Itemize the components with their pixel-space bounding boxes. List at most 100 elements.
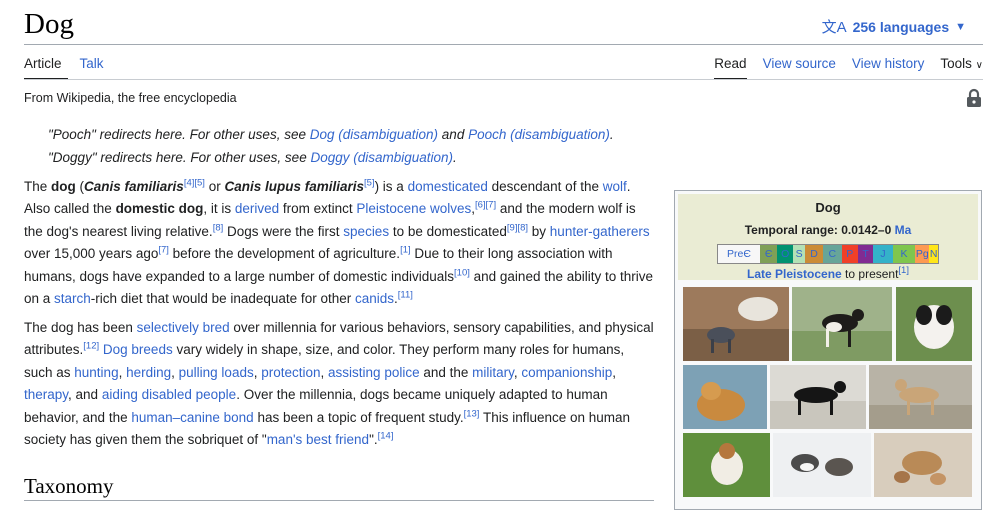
translate-icon: 文A <box>821 19 847 36</box>
period-carboniferous[interactable]: C <box>822 245 842 263</box>
language-selector[interactable]: 文A 256 languages ▼ <box>822 16 966 37</box>
tab-view-source[interactable]: View source <box>763 56 836 79</box>
period-silurian[interactable]: S <box>793 245 806 263</box>
tab-read[interactable]: Read <box>714 56 747 80</box>
tools-menu[interactable]: Tools ∨ <box>940 56 983 71</box>
taxobox: Dog Temporal range: 0.0142–0 Ma PreЄ Є O… <box>674 190 982 510</box>
period-cretaceous[interactable]: K <box>892 245 916 263</box>
citation[interactable]: [14] <box>378 431 394 442</box>
japanese-chin-photo[interactable] <box>896 287 972 361</box>
period-ordovician[interactable]: O <box>777 245 794 263</box>
link-hunting[interactable]: hunting <box>74 365 118 380</box>
hatnote-text: "Pooch" redirects here. For other uses, … <box>48 127 310 142</box>
section-heading-taxonomy: Taxonomy <box>24 474 114 498</box>
citation[interactable]: [4][5] <box>184 178 205 189</box>
link-wolf[interactable]: wolf <box>603 179 627 194</box>
labrador-photo[interactable] <box>770 365 866 429</box>
hatnote-doggy: "Doggy" redirects here. For other uses, … <box>48 150 457 165</box>
link-species[interactable]: species <box>343 224 389 239</box>
intro-paragraph-2: The dog has been selectively bred over m… <box>24 320 654 448</box>
citation[interactable]: [8] <box>213 222 224 233</box>
citation[interactable]: [1] <box>400 245 411 256</box>
citation[interactable]: [10] <box>454 267 470 278</box>
link-dog-disambiguation[interactable]: Dog (disambiguation) <box>310 127 438 142</box>
period-neogene[interactable]: N <box>929 245 938 263</box>
period-triassic[interactable]: T <box>857 245 874 263</box>
link-assisting-police[interactable]: assisting police <box>328 365 420 380</box>
period-cambrian[interactable]: Є <box>759 245 778 263</box>
tabs-divider <box>24 79 983 80</box>
citation[interactable]: [13] <box>464 408 480 419</box>
period-devonian[interactable]: D <box>805 245 823 263</box>
link-companionship[interactable]: companionship <box>521 365 612 380</box>
link-doggy-disambiguation[interactable]: Doggy (disambiguation) <box>310 150 453 165</box>
title-divider <box>24 44 983 45</box>
link-herding[interactable]: herding <box>126 365 171 380</box>
hatnote-text: "Doggy" redirects here. For other uses, … <box>48 150 311 165</box>
page-title: Dog <box>24 8 74 40</box>
taxobox-header: Dog Temporal range: 0.0142–0 Ma PreЄ Є O… <box>678 194 978 281</box>
hatnote-pooch: "Pooch" redirects here. For other uses, … <box>48 127 614 142</box>
intro-paragraph-1: The dog (Canis familiaris[4][5] or Canis… <box>24 177 654 307</box>
period-permian[interactable]: P <box>841 245 858 263</box>
chevron-down-icon: ▼ <box>955 20 966 33</box>
link-pooch-disambiguation[interactable]: Pooch (disambiguation) <box>468 127 610 142</box>
tab-talk[interactable]: Talk <box>80 56 110 80</box>
hatnote-text: . <box>609 127 614 142</box>
link-pleistocene-wolves[interactable]: Pleistocene wolves <box>356 201 471 216</box>
scientific-name: Canis familiaris <box>84 179 184 194</box>
geologic-timebar: PreЄ Є O S D C P T J K Pg N <box>717 244 939 264</box>
lock-icon[interactable] <box>966 88 982 108</box>
tab-article[interactable]: Article <box>24 56 68 80</box>
to-present-text: to present <box>841 267 899 281</box>
citation[interactable]: [9][8] <box>507 222 528 233</box>
temporal-range: Temporal range: 0.0142–0 Ma <box>678 223 978 237</box>
taxobox-title: Dog <box>815 200 841 215</box>
village-dog-photo[interactable] <box>869 365 972 429</box>
citation[interactable]: [5] <box>364 178 375 189</box>
chevron-down-icon: ∨ <box>975 60 983 71</box>
link-dog-breeds[interactable]: Dog breeds <box>103 342 173 357</box>
link-ma[interactable]: Ma <box>895 223 912 237</box>
language-count: 256 languages <box>852 18 950 35</box>
basenji-photo[interactable] <box>792 287 892 361</box>
late-pleistocene-line: Late Pleistocene to present[1] <box>678 265 978 281</box>
link-domesticated[interactable]: domesticated <box>408 179 488 194</box>
link-military[interactable]: military <box>472 365 514 380</box>
link-derived[interactable]: derived <box>235 201 279 216</box>
citation[interactable]: [1] <box>898 265 909 276</box>
sled-dogs-photo[interactable] <box>773 433 871 497</box>
scientific-name: Canis lupus familiaris <box>224 179 364 194</box>
citation[interactable]: [6][7] <box>475 200 496 211</box>
hatnote-text: and <box>438 127 469 142</box>
link-late-pleistocene[interactable]: Late Pleistocene <box>747 267 842 281</box>
view-tabs: Read View source View history Tools ∨ <box>698 56 983 80</box>
link-mans-best-friend[interactable]: man's best friend <box>267 432 369 447</box>
link-therapy[interactable]: therapy <box>24 387 68 402</box>
mother-with-puppies-photo[interactable] <box>874 433 972 497</box>
tools-label: Tools <box>940 56 972 71</box>
link-protection[interactable]: protection <box>261 365 320 380</box>
bold-term: dog <box>51 179 76 194</box>
jack-russell-photo[interactable] <box>683 433 770 497</box>
link-selectively-bred[interactable]: selectively bred <box>137 320 230 335</box>
period-precambrian[interactable]: PreЄ <box>718 245 760 263</box>
link-hunter-gatherers[interactable]: hunter-gatherers <box>550 224 650 239</box>
tab-view-history[interactable]: View history <box>852 56 925 79</box>
link-aiding-disabled-people[interactable]: aiding disabled people <box>102 387 236 402</box>
tagline: From Wikipedia, the free encyclopedia <box>24 91 237 105</box>
herding-dog-photo[interactable] <box>683 287 789 361</box>
link-starch[interactable]: starch <box>54 291 91 306</box>
period-jurassic[interactable]: J <box>873 245 893 263</box>
link-pulling-loads[interactable]: pulling loads <box>179 365 254 380</box>
period-paleogene[interactable]: Pg <box>915 245 930 263</box>
hatnote-text: . <box>453 150 457 165</box>
link-canids[interactable]: canids <box>355 291 394 306</box>
citation[interactable]: [12] <box>83 341 99 352</box>
citation[interactable]: [7] <box>158 245 169 256</box>
golden-retriever-photo[interactable] <box>683 365 767 429</box>
bold-term: domestic dog <box>115 201 204 217</box>
link-human-canine-bond[interactable]: human–canine bond <box>131 410 253 425</box>
citation[interactable]: [11] <box>398 290 413 301</box>
temporal-range-label: Temporal range: 0.0142–0 <box>744 223 895 237</box>
